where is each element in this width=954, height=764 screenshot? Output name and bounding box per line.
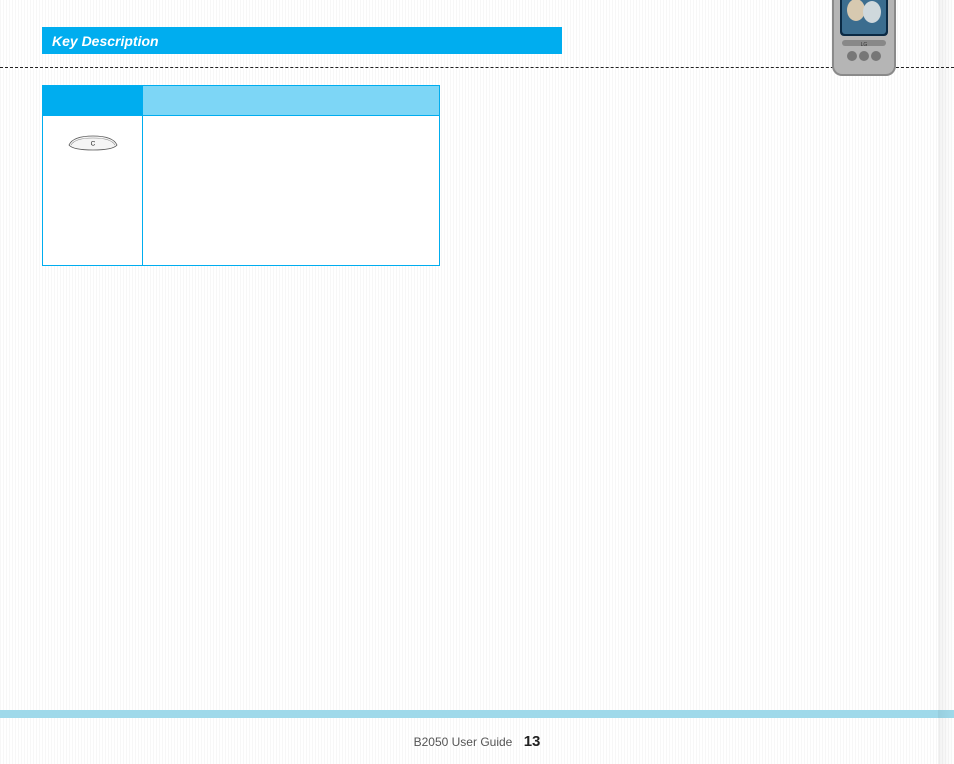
section-title: Key Description <box>42 33 159 49</box>
table-row: C <box>43 116 440 266</box>
description-cell <box>143 116 440 266</box>
table-header-key <box>43 86 143 116</box>
clear-key-label: C <box>90 141 95 148</box>
page-right-gutter <box>938 0 954 764</box>
footer-band <box>0 710 954 718</box>
phone-illustration: LG <box>824 0 904 80</box>
key-description-table: C <box>42 85 440 266</box>
clear-key-icon: C <box>67 143 119 160</box>
key-cell: C <box>43 116 143 266</box>
key-description-table-wrap: C <box>42 85 440 266</box>
footer-text: B2050 User Guide 13 <box>0 733 954 750</box>
section-header-bar: Key Description <box>42 27 562 54</box>
svg-text:LG: LG <box>861 42 868 48</box>
footer-guide-label: B2050 User Guide <box>414 735 513 749</box>
page-top-divider <box>0 67 954 68</box>
footer-page-number: 13 <box>524 733 541 750</box>
table-header-row <box>43 86 440 116</box>
table-header-description <box>143 86 440 116</box>
